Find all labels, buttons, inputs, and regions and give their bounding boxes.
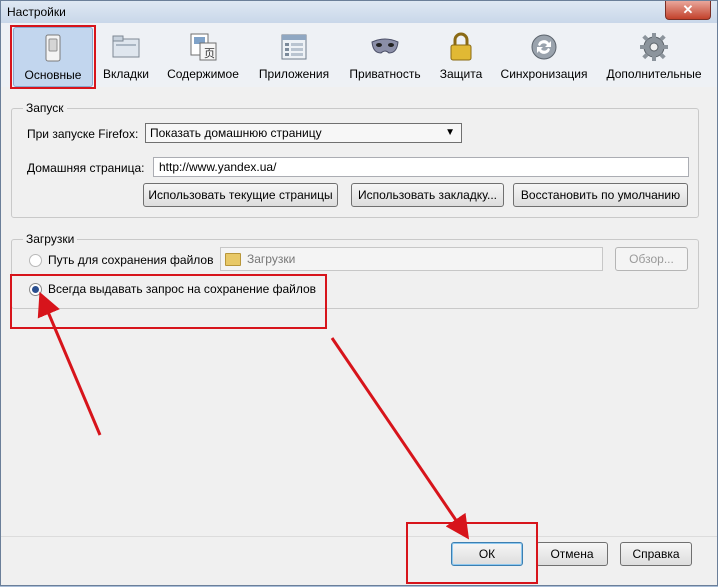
sync-icon [531,34,557,60]
restore-default-button[interactable]: Восстановить по умолчанию [513,183,688,207]
chevron-down-icon: ▼ [445,127,455,138]
tab-tabs[interactable]: Вкладки [97,27,155,85]
downloads-group-title: Загрузки [23,232,78,246]
on-start-select[interactable]: Показать домашнюю страницу ▼ [145,123,462,143]
tab-applications-label: Приложения [258,67,330,81]
annotation-box-ok [406,522,538,584]
window-title: Настройки [7,5,66,19]
tab-privacy-label: Приватность [349,67,421,81]
advanced-gear-icon [640,33,668,61]
homepage-label: Домашняя страница: [27,161,145,175]
tab-security-label: Защита [439,67,483,81]
homepage-input[interactable]: http://www.yandex.ua/ [153,157,689,177]
applications-list-icon [281,34,307,60]
tab-content[interactable]: 页 Содержимое [161,27,245,85]
use-bookmark-button[interactable]: Использовать закладку... [351,183,504,207]
tab-advanced-label: Дополнительные [606,67,702,81]
folder-icon [225,253,241,266]
browse-button[interactable]: Обзор... [615,247,688,271]
save-path-value: Загрузки [247,252,296,266]
annotation-box-always-ask [10,274,327,329]
on-start-select-value: Показать домашнюю страницу [150,126,322,140]
tabs-folder-icon [112,35,140,58]
tab-privacy[interactable]: Приватность [343,27,427,85]
svg-text:页: 页 [204,47,215,60]
save-path-field[interactable]: Загрузки [220,247,603,271]
tab-sync-label: Синхронизация [500,67,588,81]
tab-advanced[interactable]: Дополнительные [601,27,707,85]
close-button[interactable]: ✕ [665,1,711,20]
tab-applications[interactable]: Приложения [253,27,335,85]
title-bar: Настройки ✕ [1,1,717,23]
on-start-label: При запуске Firefox: [27,127,139,141]
tab-sync[interactable]: Синхронизация [495,27,593,85]
content-page-icon: 页 [190,33,217,61]
use-current-pages-button[interactable]: Использовать текущие страницы [143,183,338,207]
footer-divider [1,536,717,537]
help-button[interactable]: Справка [620,542,692,566]
save-path-label: Путь для сохранения файлов [48,253,214,267]
startup-group-title: Запуск [23,101,67,115]
cancel-button[interactable]: Отмена [536,542,608,566]
tab-tabs-label: Вкладки [102,67,150,81]
tab-content-label: Содержимое [167,67,239,81]
privacy-mask-icon [371,38,399,54]
annotation-box-general-tab [10,25,96,89]
save-path-radio[interactable] [29,254,42,267]
security-lock-icon [450,32,472,61]
tab-security[interactable]: Защита [433,27,489,85]
settings-toolbar: Основные Вкладки 页 Содержимое Приложения… [1,23,717,87]
